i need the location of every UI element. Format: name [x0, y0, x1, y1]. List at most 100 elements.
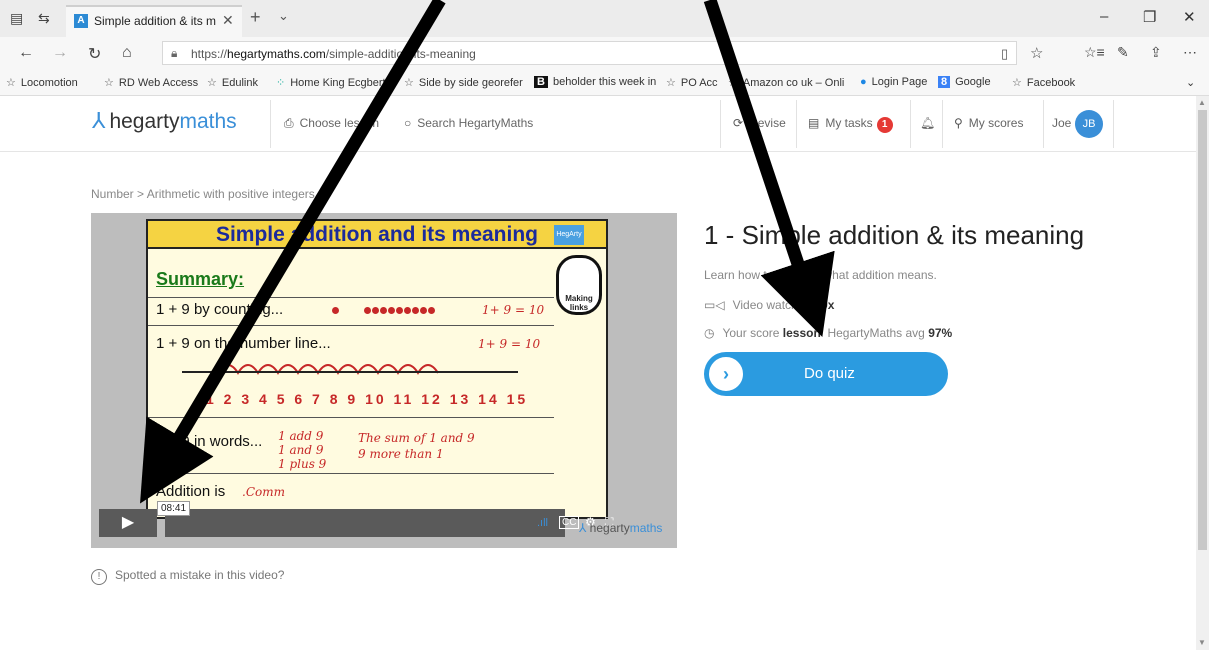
- tasks-count-badge: 1: [876, 117, 893, 133]
- favorite-star-icon[interactable]: ☆: [1030, 44, 1043, 62]
- slide-row-text: 1 + 9 on the number line...: [156, 335, 331, 352]
- choose-lesson-button[interactable]: ⎙ Choose lesson: [284, 116, 379, 131]
- video-controls: ▶ .ıll CC ⚙ ⛶ 08:41: [99, 501, 613, 537]
- fav-item[interactable]: 8 Google: [938, 76, 991, 88]
- header-divider: [910, 100, 911, 148]
- chevron-right-icon: ›: [706, 354, 746, 394]
- header-divider: [796, 100, 797, 148]
- refresh-icon[interactable]: ↻: [88, 44, 101, 64]
- browser-tab-bar: ▤ ⇆ A Simple addition & its m ✕ + ⌄ – ❐ …: [0, 0, 1209, 37]
- slide-summary-heading: Summary:: [156, 269, 245, 289]
- do-quiz-button[interactable]: › Do quiz: [704, 352, 948, 396]
- slide-row-text: 1 + 9 in words...: [156, 433, 263, 450]
- tab-title: Simple addition & its m: [94, 14, 217, 28]
- header-divider: [720, 100, 721, 148]
- fav-item[interactable]: Bbeholder this week in: [534, 76, 656, 88]
- refresh-icon: ⟳: [733, 116, 744, 130]
- volume-icon[interactable]: .ıll: [537, 517, 548, 529]
- counting-dot: [364, 307, 371, 314]
- scroll-up-icon[interactable]: ▲: [1198, 98, 1206, 107]
- revise-button[interactable]: ⟳ Revise: [733, 116, 786, 130]
- star-icon: ☆: [666, 77, 676, 89]
- handwriting: 1 add 9: [278, 429, 324, 443]
- header-divider: [1043, 100, 1044, 148]
- fav-item[interactable]: ☆ Amazon co uk – Onli: [728, 76, 844, 89]
- pen-icon[interactable]: ✎: [1117, 44, 1129, 61]
- counting-dot: [420, 307, 427, 314]
- do-quiz-label: Do quiz: [804, 365, 855, 382]
- video-frame-slide: Simple addition and its meaning HegArty …: [146, 219, 608, 519]
- tab-close-icon[interactable]: ✕: [222, 12, 234, 29]
- fav-item[interactable]: ⁘ Home King Ecgbert S: [276, 76, 396, 89]
- fav-item[interactable]: ☆ Side by side georefer: [404, 76, 523, 89]
- handwriting: 1+ 9 = 10: [482, 303, 545, 317]
- making-links-icon: Making links: [556, 255, 602, 315]
- reading-view-icon[interactable]: ▯: [1001, 46, 1008, 62]
- scroll-thumb[interactable]: [1198, 110, 1207, 550]
- counting-dot: [332, 307, 339, 314]
- star-icon: ☆: [404, 77, 414, 89]
- counting-dot: [412, 307, 419, 314]
- restore-icon[interactable]: ❐: [1143, 8, 1156, 26]
- counting-dot: [380, 307, 387, 314]
- video-player[interactable]: Simple addition and its meaning HegArty …: [91, 213, 677, 548]
- fav-item[interactable]: ☆ RD Web Access: [104, 76, 198, 89]
- browser-nav-bar: ← → ↻ ⌂ 🔒︎ https://hegartymaths.com/simp…: [0, 37, 1209, 70]
- my-scores-button[interactable]: ⚲ My scores: [954, 116, 1023, 130]
- more-icon[interactable]: ⋯: [1183, 44, 1197, 61]
- counting-dot: [372, 307, 379, 314]
- home-icon[interactable]: ⌂: [122, 44, 132, 62]
- page-scrollbar[interactable]: ▲ ▼: [1196, 96, 1209, 650]
- address-bar[interactable]: 🔒︎ https://hegartymaths.com/simple-addit…: [162, 41, 1017, 65]
- counting-dot: [388, 307, 395, 314]
- browser-tab[interactable]: A Simple addition & its m ✕: [66, 5, 242, 37]
- handwriting: 1 and 9: [278, 443, 324, 457]
- close-window-icon[interactable]: ✕: [1183, 8, 1196, 26]
- header-divider: [1113, 100, 1114, 148]
- tab-preview-chevron-icon[interactable]: ⌄: [278, 8, 289, 24]
- minimize-icon[interactable]: –: [1100, 8, 1108, 25]
- fav-item[interactable]: ☆ Locomotion: [6, 76, 78, 89]
- fav-item[interactable]: ● Login Page: [860, 76, 927, 88]
- star-icon: ☆: [6, 77, 16, 89]
- hegartymaths-logo[interactable]: ⅄ hegartymaths: [92, 108, 237, 134]
- handwriting: .Comm: [242, 485, 285, 499]
- avatar[interactable]: JB: [1075, 110, 1103, 138]
- play-button[interactable]: ▶: [99, 509, 157, 537]
- fav-item[interactable]: ☆ Edulink: [207, 76, 258, 89]
- favorites-bar: ☆ Locomotion ☆ RD Web Access ☆ Edulink ⁘ Hom…: [0, 70, 1209, 96]
- back-icon[interactable]: ←: [18, 44, 34, 62]
- score-stat: ◷ Your score lesson HegartyMaths avg 97%: [704, 326, 953, 340]
- fav-item[interactable]: ☆ PO Acc: [666, 76, 718, 89]
- lesson-title: 1 - Simple addition & its meaning: [704, 220, 1085, 250]
- counting-dot: [396, 307, 403, 314]
- star-icon: ☆: [728, 77, 738, 89]
- set-aside-tabs-icon[interactable]: ⇆: [38, 10, 50, 27]
- search-icon: ○: [404, 116, 412, 130]
- report-mistake-link[interactable]: ! Spotted a mistake in this video?: [91, 568, 284, 585]
- scores-icon: ⚲: [954, 116, 963, 130]
- handwriting: 1+ 9 = 10: [478, 337, 541, 351]
- star-icon: ☆: [207, 77, 217, 89]
- video-icon: ▭◁: [704, 298, 725, 312]
- user-name[interactable]: Joe: [1052, 116, 1071, 130]
- search-input[interactable]: ○ Search HegartyMaths: [404, 116, 533, 130]
- url-text: https://hegartymaths.com/simple-addition…: [191, 47, 476, 61]
- video-watched-stat: ▭◁ Video watched 00x: [704, 298, 835, 312]
- share-icon[interactable]: ⇪: [1150, 44, 1162, 61]
- tab-actions-icon[interactable]: ▤: [10, 10, 23, 27]
- favorites-hub-icon[interactable]: ☆≡: [1084, 44, 1105, 61]
- slide-divider: [148, 473, 554, 474]
- new-tab-icon[interactable]: +: [250, 7, 261, 28]
- notifications-bell-icon[interactable]: 🔔︎: [920, 116, 935, 130]
- fav-item[interactable]: ☆ Facebook: [1012, 76, 1075, 89]
- breadcrumb[interactable]: Number > Arithmetic with positive intege…: [91, 187, 315, 201]
- favorites-overflow-chevron-icon[interactable]: ⌄: [1186, 76, 1195, 89]
- video-progress-bar[interactable]: .ıll CC ⚙ ⛶: [165, 509, 613, 537]
- captions-icon[interactable]: CC: [559, 516, 580, 529]
- info-icon: !: [91, 569, 107, 585]
- scroll-down-icon[interactable]: ▼: [1198, 638, 1206, 647]
- forward-icon[interactable]: →: [52, 44, 68, 62]
- handwriting: 1 plus 9: [278, 457, 327, 471]
- my-tasks-button[interactable]: ▤ My tasks 1: [808, 116, 893, 133]
